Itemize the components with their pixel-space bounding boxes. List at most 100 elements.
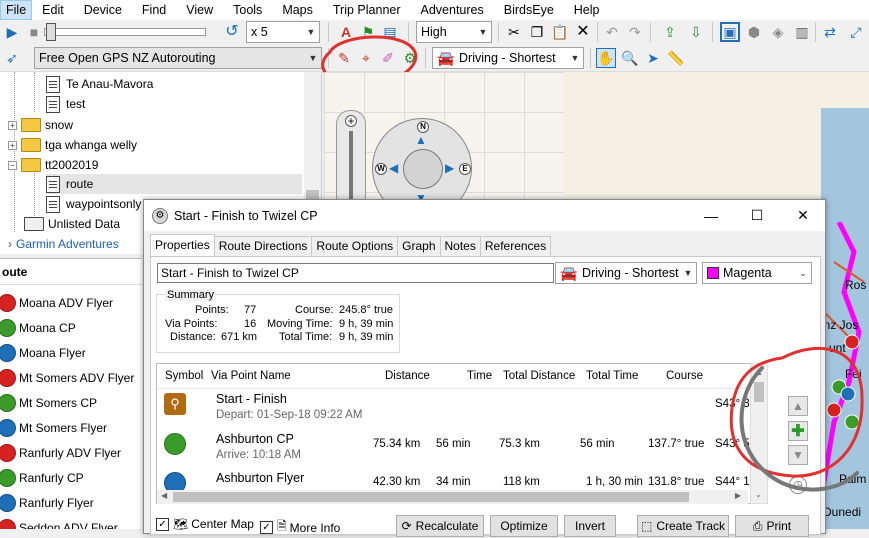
pan-right-icon[interactable]: ▶ bbox=[445, 161, 454, 175]
stop-icon[interactable]: ■ bbox=[24, 22, 44, 42]
column-header[interactable]: Via Point Name bbox=[211, 364, 291, 388]
compass-center[interactable] bbox=[403, 149, 443, 189]
tree-folder[interactable]: − tt2002019 bbox=[8, 155, 98, 175]
table-horizontal-scrollbar[interactable]: ◀ ▶ bbox=[157, 490, 748, 504]
route-mode-select[interactable]: 🚘 Driving - Shortest ▼ bbox=[432, 47, 584, 69]
list-item[interactable]: Moana Flyer bbox=[0, 340, 142, 365]
column-header[interactable]: Time bbox=[467, 364, 492, 388]
expand-icon[interactable]: ⤢ bbox=[846, 22, 866, 42]
list-item[interactable]: Ranfurly CP bbox=[0, 465, 142, 490]
print-button[interactable]: ⎙ Print bbox=[735, 515, 809, 537]
menu-file[interactable]: File bbox=[0, 0, 33, 20]
receive-from-device-icon[interactable]: ⇩ bbox=[686, 22, 706, 42]
menu-birdseye[interactable]: BirdsEye bbox=[494, 0, 564, 20]
pan-left-icon[interactable]: ◀ bbox=[389, 161, 398, 175]
tab-route-options[interactable]: Route Options bbox=[311, 236, 399, 256]
column-header[interactable]: Distance bbox=[385, 364, 430, 388]
pan-up-icon[interactable]: ▲ bbox=[415, 133, 427, 147]
route-name-field[interactable]: Start - Finish to Twizel CP bbox=[157, 263, 554, 283]
table-cell-name[interactable]: Ashburton CP bbox=[216, 432, 294, 446]
close-icon[interactable]: ✕ bbox=[780, 200, 826, 231]
map-view-icon[interactable]: ▣ bbox=[720, 22, 740, 42]
scroll-thumb[interactable] bbox=[173, 492, 689, 502]
cut-icon[interactable]: ✂ bbox=[504, 22, 524, 42]
list-item[interactable]: Moana CP bbox=[0, 315, 142, 340]
maximize-icon[interactable]: ☐ bbox=[734, 200, 780, 231]
rewind-icon[interactable]: ↺ bbox=[222, 22, 242, 42]
menu-edit[interactable]: Edit bbox=[32, 0, 74, 20]
menu-adventures[interactable]: Adventures bbox=[411, 0, 494, 20]
3d-view-icon[interactable]: ⬢ bbox=[744, 22, 764, 42]
table-cell-name[interactable]: Ashburton Flyer bbox=[216, 471, 304, 485]
column-header[interactable]: Total Time bbox=[586, 364, 638, 388]
list-item[interactable]: Moana ADV Flyer bbox=[0, 290, 142, 315]
dialog-route-mode-select[interactable]: 🚘 Driving - Shortest ▼ bbox=[555, 262, 697, 284]
menu-maps[interactable]: Maps bbox=[272, 0, 323, 20]
optimize-button[interactable]: Optimize bbox=[490, 515, 558, 537]
tree-folder[interactable]: + snow bbox=[8, 115, 73, 135]
menu-view[interactable]: View bbox=[176, 0, 223, 20]
list-item[interactable]: Seddon ADV Flyer bbox=[0, 515, 142, 529]
speed-select[interactable]: x 5 ▼ bbox=[246, 21, 320, 43]
route-color-select[interactable]: Magenta ⌄ bbox=[702, 262, 812, 284]
menu-device[interactable]: Device bbox=[74, 0, 132, 20]
recalculate-button[interactable]: ⟳ Recalculate bbox=[396, 515, 484, 537]
play-icon[interactable]: ▶ bbox=[2, 22, 22, 42]
menu-tools[interactable]: Tools bbox=[223, 0, 272, 20]
tab-references[interactable]: References bbox=[479, 236, 552, 256]
undo-icon[interactable]: ↶ bbox=[602, 22, 622, 42]
split-view-icon[interactable]: ▥ bbox=[792, 22, 812, 42]
more-info-checkbox[interactable]: ✓ 🗎 More Info bbox=[260, 517, 340, 538]
select-arrow-icon[interactable]: ➤ bbox=[643, 48, 663, 68]
list-item[interactable]: Ranfurly ADV Flyer bbox=[0, 440, 142, 465]
tab-properties[interactable]: Properties bbox=[150, 234, 215, 256]
map-product-select[interactable]: Free Open GPS NZ Autorouting ▼ bbox=[34, 47, 322, 69]
copy-icon[interactable]: ❐ bbox=[527, 22, 547, 42]
scroll-left-icon[interactable]: ◀ bbox=[161, 491, 167, 500]
menu-find[interactable]: Find bbox=[132, 0, 176, 20]
chevron-down-icon: ▼ bbox=[478, 27, 488, 37]
paste-icon[interactable]: 📋 bbox=[550, 22, 570, 42]
tree-item[interactable]: waypointsonly bbox=[46, 194, 141, 214]
tab-notes[interactable]: Notes bbox=[439, 236, 481, 256]
list-item[interactable]: Mt Somers Flyer bbox=[0, 415, 142, 440]
tree-item[interactable]: Te Anau-Mavora bbox=[46, 74, 153, 94]
menu-help[interactable]: Help bbox=[564, 0, 610, 20]
invert-button[interactable]: Invert bbox=[564, 515, 616, 537]
menu-trip-planner[interactable]: Trip Planner bbox=[323, 0, 411, 20]
measure-ruler-icon[interactable]: 📏 bbox=[666, 48, 686, 68]
collapse-icon[interactable]: − bbox=[8, 160, 17, 170]
expand-icon[interactable]: + bbox=[8, 140, 17, 150]
globe-view-icon[interactable]: ◈ bbox=[768, 22, 788, 42]
slider-thumb[interactable] bbox=[46, 23, 56, 41]
tree-item-selected[interactable]: route bbox=[46, 174, 302, 194]
tree-folder[interactable]: Unlisted Data bbox=[24, 214, 120, 234]
create-track-button[interactable]: ⬚ Create Track bbox=[637, 515, 729, 537]
playback-slider[interactable] bbox=[44, 23, 206, 41]
sync-icon[interactable]: ⇄ bbox=[820, 22, 840, 42]
column-header[interactable]: Symbol bbox=[165, 364, 203, 388]
tree-folder[interactable]: + tga whanga welly bbox=[8, 135, 137, 155]
hand-tool-icon[interactable]: ✋ bbox=[596, 48, 616, 68]
expand-icon[interactable]: + bbox=[8, 120, 17, 130]
via-points-label: Via Points: bbox=[165, 318, 218, 330]
minimize-icon[interactable]: — bbox=[688, 200, 734, 231]
zoom-tool-icon[interactable]: 🔍 bbox=[620, 48, 640, 68]
column-header[interactable]: Total Distance bbox=[503, 364, 575, 388]
redo-icon[interactable]: ↷ bbox=[625, 22, 645, 42]
tree-item[interactable]: test bbox=[46, 94, 85, 114]
table-cell-name[interactable]: Start - Finish bbox=[216, 392, 287, 406]
delete-icon[interactable]: ✕ bbox=[573, 22, 593, 42]
tab-graph[interactable]: Graph bbox=[397, 236, 441, 256]
chevron-down-icon: ▼ bbox=[683, 268, 693, 278]
tab-route-directions[interactable]: Route Directions bbox=[213, 236, 313, 256]
rocket-icon[interactable]: ➶ bbox=[2, 48, 22, 68]
column-header[interactable]: Course bbox=[666, 364, 703, 388]
waypoint-dot-icon bbox=[0, 418, 16, 437]
send-to-device-icon[interactable]: ⇪ bbox=[660, 22, 680, 42]
list-item[interactable]: Ranfurly Flyer bbox=[0, 490, 142, 515]
zoom-slider[interactable]: + bbox=[336, 110, 366, 210]
zoom-in-icon[interactable]: + bbox=[345, 115, 357, 127]
list-item[interactable]: Mt Somers CP bbox=[0, 390, 142, 415]
list-item[interactable]: Mt Somers ADV Flyer bbox=[0, 365, 142, 390]
